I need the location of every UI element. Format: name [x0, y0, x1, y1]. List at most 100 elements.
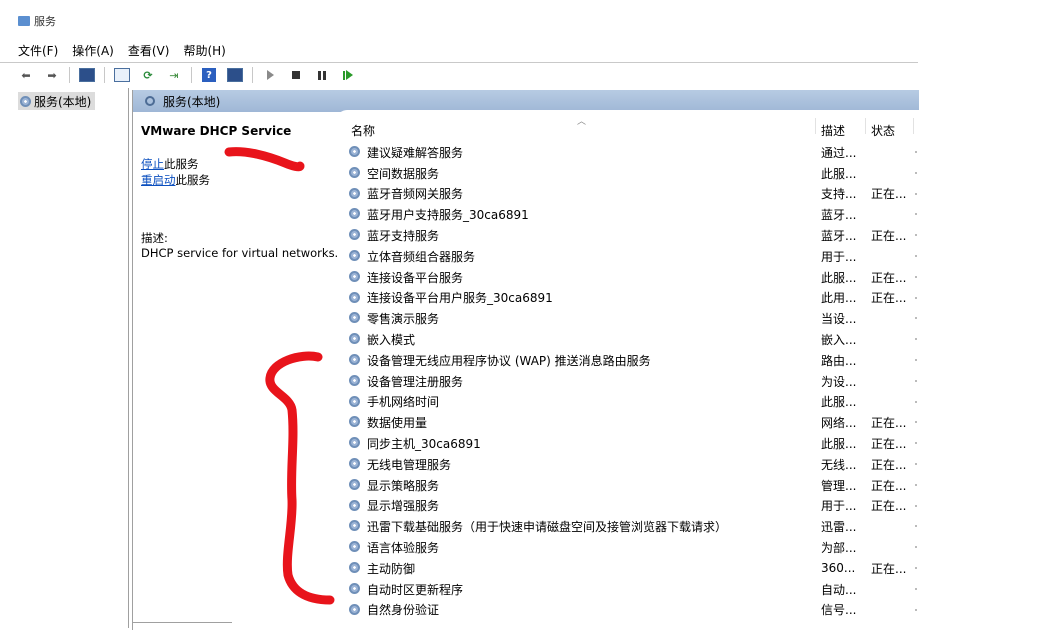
show-hide-console-tree-icon[interactable]: [79, 67, 95, 83]
service-row[interactable]: 蓝牙音频网关服务 支持... 正在...: [337, 184, 919, 205]
service-row-description: 当设...: [821, 312, 857, 327]
column-divider[interactable]: [815, 118, 816, 134]
description-text: DHCP service for virtual networks.: [141, 246, 339, 260]
service-row-status: 正在...: [871, 270, 907, 285]
service-row[interactable]: 嵌入模式 嵌入...: [337, 329, 919, 350]
service-row-description: 此用...: [821, 291, 857, 306]
console-tree: 服务(本地): [0, 88, 129, 628]
status-divider: [132, 622, 232, 627]
export-list-icon[interactable]: ⇥: [166, 67, 182, 83]
service-row-description: 此服...: [821, 437, 857, 452]
service-row-name: 显示增强服务: [367, 499, 440, 514]
service-row[interactable]: 显示策略服务 管理... 正在...: [337, 475, 919, 496]
menu-action[interactable]: 操作(A): [72, 42, 122, 59]
service-row-name: 自然身份验证: [367, 603, 440, 618]
refresh-icon[interactable]: ⟳: [140, 67, 156, 83]
row-overflow-dot: [915, 587, 917, 590]
restart-service-icon[interactable]: [340, 67, 356, 83]
forward-arrow-icon[interactable]: ➡: [44, 67, 60, 83]
gear-icon: [349, 187, 360, 199]
stop-service-line: 停止此服务: [141, 156, 341, 172]
row-overflow-dot: [915, 338, 917, 341]
service-row[interactable]: 立体音频组合器服务 用于...: [337, 246, 919, 267]
service-row-name: 自动时区更新程序: [367, 582, 464, 597]
service-row-name: 连接设备平台服务: [367, 270, 464, 285]
row-overflow-dot: [915, 462, 917, 465]
service-row[interactable]: 主动防御 360... 正在...: [337, 558, 919, 579]
window-title-text: 服务: [34, 15, 56, 28]
row-overflow-dot: [915, 483, 917, 486]
service-row[interactable]: 建议疑难解答服务 通过...: [337, 142, 919, 163]
stop-service-link[interactable]: 停止: [141, 157, 164, 171]
tree-item-services-local[interactable]: 服务(本地): [18, 92, 96, 110]
column-divider[interactable]: [865, 118, 866, 134]
properties-icon[interactable]: [114, 67, 130, 83]
row-overflow-dot: [915, 504, 917, 507]
service-row[interactable]: 空间数据服务 此服...: [337, 163, 919, 184]
restart-service-link[interactable]: 重启动: [141, 173, 176, 187]
column-header-status[interactable]: 状态: [871, 122, 895, 139]
service-rows: 建议疑难解答服务 通过... 空间数据服务 此服... 蓝牙音频网关服务 支持... 正在.…: [337, 142, 919, 620]
row-overflow-dot: [915, 608, 917, 611]
row-overflow-dot: [915, 192, 917, 195]
service-row-description: 网络...: [821, 416, 857, 431]
services-panel: 服务(本地) VMware DHCP Service 停止此服务 重启动此服务 …: [132, 90, 919, 630]
service-row-name: 蓝牙用户支持服务_30ca6891: [367, 208, 529, 223]
service-row[interactable]: 零售演示服务 当设...: [337, 308, 919, 329]
service-row-status: 正在...: [871, 499, 907, 514]
back-arrow-icon[interactable]: ⬅: [18, 67, 34, 83]
service-row-name: 蓝牙音频网关服务: [367, 187, 464, 202]
stop-service-icon[interactable]: [288, 67, 304, 83]
gear-icon: [349, 561, 360, 573]
gear-icon: [349, 541, 360, 553]
service-row[interactable]: 显示增强服务 用于... 正在...: [337, 496, 919, 517]
search-icon: [145, 96, 155, 106]
panel-header: 服务(本地): [133, 90, 919, 112]
service-row-status: 正在...: [871, 187, 907, 202]
menu-help[interactable]: 帮助(H): [183, 42, 233, 59]
row-overflow-dot: [915, 442, 917, 445]
window-title: 服务: [0, 12, 56, 30]
service-row-name: 数据使用量: [367, 416, 428, 431]
column-header-name[interactable]: 名称: [351, 122, 375, 139]
gear-icon: [349, 416, 360, 428]
service-row[interactable]: 无线电管理服务 无线... 正在...: [337, 454, 919, 475]
service-row[interactable]: 同步主机_30ca6891 此服... 正在...: [337, 433, 919, 454]
service-row[interactable]: 迅雷下载基础服务（用于快速申请磁盘空间及接管浏览器下载请求） 迅雷...: [337, 516, 919, 537]
service-row-name: 设备管理无线应用程序协议 (WAP) 推送消息路由服务: [367, 353, 651, 368]
service-row[interactable]: 蓝牙支持服务 蓝牙... 正在...: [337, 225, 919, 246]
service-row[interactable]: 自动时区更新程序 自动...: [337, 579, 919, 600]
menu-view[interactable]: 查看(V): [128, 42, 178, 59]
gear-icon: [349, 166, 360, 178]
gear-icon: [349, 353, 360, 365]
service-row[interactable]: 自然身份验证 信号...: [337, 600, 919, 621]
column-header-description[interactable]: 描述: [821, 122, 845, 139]
show-panel-icon[interactable]: [227, 67, 243, 83]
row-overflow-dot: [915, 317, 917, 320]
gear-icon: [349, 520, 360, 532]
service-row[interactable]: 语言体验服务 为部...: [337, 537, 919, 558]
row-overflow-dot: [915, 546, 917, 549]
service-row-description: 通过...: [821, 145, 857, 160]
service-row-status: 正在...: [871, 561, 907, 576]
menu-file[interactable]: 文件(F): [18, 42, 66, 59]
service-row[interactable]: 设备管理注册服务 为设...: [337, 371, 919, 392]
service-row[interactable]: 手机网络时间 此服...: [337, 392, 919, 413]
service-row[interactable]: 数据使用量 网络... 正在...: [337, 412, 919, 433]
menu-bar: 文件(F) 操作(A) 查看(V) 帮助(H): [0, 40, 918, 60]
service-row[interactable]: 设备管理无线应用程序协议 (WAP) 推送消息路由服务 路由...: [337, 350, 919, 371]
column-divider[interactable]: [913, 118, 914, 134]
restart-service-line: 重启动此服务: [141, 172, 341, 188]
start-service-icon[interactable]: [262, 67, 278, 83]
service-row[interactable]: 连接设备平台用户服务_30ca6891 此用... 正在...: [337, 288, 919, 309]
pause-service-icon[interactable]: [314, 67, 330, 83]
service-row-status: 正在...: [871, 291, 907, 306]
service-row-name: 零售演示服务: [367, 312, 440, 327]
help-icon[interactable]: ?: [201, 67, 217, 83]
list-header: ︿ 名称 描述 状态: [337, 110, 919, 138]
toolbar-separator: [104, 67, 105, 83]
service-row[interactable]: 连接设备平台服务 此服... 正在...: [337, 267, 919, 288]
service-row-description: 用于...: [821, 249, 857, 264]
service-row[interactable]: 蓝牙用户支持服务_30ca6891 蓝牙...: [337, 204, 919, 225]
selected-service-name: VMware DHCP Service: [141, 124, 292, 138]
